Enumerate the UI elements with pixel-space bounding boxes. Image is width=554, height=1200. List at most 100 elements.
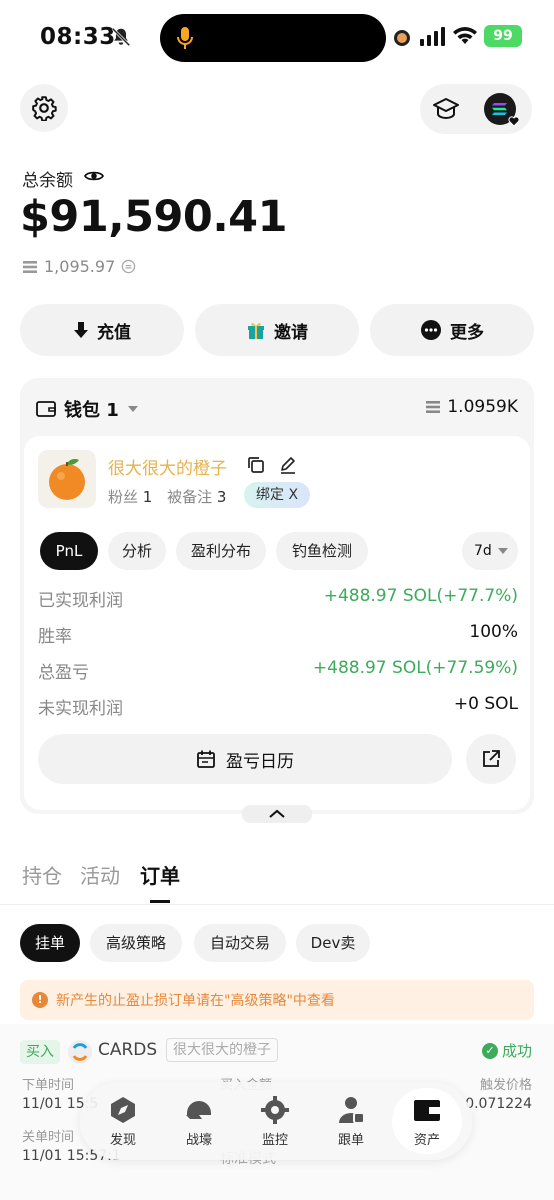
heart-badge-icon: [508, 116, 520, 127]
deposit-label: 充值: [97, 322, 131, 343]
tab-analysis[interactable]: 分析: [108, 532, 166, 570]
tab-phishing-check[interactable]: 钓鱼检测: [276, 532, 368, 570]
edit-icon[interactable]: [279, 456, 297, 474]
stat-realized-profit: 已实现利润 +488.97 SOL(+77.7%): [38, 586, 518, 611]
status-bar: 08:33 99: [0, 0, 554, 76]
nav-trenches[interactable]: 战壕: [164, 1088, 234, 1154]
eye-icon[interactable]: [84, 168, 104, 184]
tab-auto-trade[interactable]: 自动交易: [194, 924, 286, 962]
notice-banner: ! 新产生的止盈止损订单请在"高级策略"中查看: [20, 980, 534, 1020]
nav-discover[interactable]: 发现: [88, 1088, 158, 1154]
invite-button[interactable]: 邀请: [195, 304, 359, 356]
invite-label: 邀请: [274, 322, 308, 343]
share-external-icon: [483, 750, 500, 767]
nav-monitor[interactable]: 监控: [240, 1088, 310, 1154]
trigger-price-label: 触发价格: [479, 1078, 532, 1093]
discover-icon: [111, 1096, 135, 1123]
nav-label: 监控: [261, 1132, 288, 1148]
username[interactable]: 很大很大的橙子: [108, 454, 227, 479]
check-icon: ✓: [481, 1042, 498, 1059]
status-time: 08:33: [40, 24, 116, 50]
settings-button[interactable]: [20, 84, 68, 132]
nav-assets[interactable]: 资产: [392, 1088, 462, 1154]
graduation-cap-icon: [433, 98, 459, 120]
wallet-icon: [36, 401, 56, 417]
bottom-nav: 发现 战壕 监控 跟单 资产: [80, 1082, 472, 1160]
deposit-button[interactable]: 充值: [20, 304, 184, 356]
sol-balance: 1,095.97: [22, 257, 136, 276]
pnl-calendar-button[interactable]: 盈亏日历: [38, 734, 452, 784]
trigger-price: 0.071224: [465, 1096, 532, 1112]
follower-stats: 粉丝 1 被备注 3: [108, 486, 236, 507]
stat-value: 100%: [469, 622, 518, 642]
tab-pnl[interactable]: PnL: [40, 532, 98, 570]
wallet-card: 钱包 1 1.0959K 很大很大的橙子 粉丝 1 被备注 3 绑定 X PnL…: [20, 378, 534, 814]
fans-label: 粉丝: [108, 488, 139, 506]
stat-total-pnl: 总盈亏 +488.97 SOL(+77.59%): [38, 658, 518, 683]
header-right-group: [420, 84, 532, 134]
status-badge: ✓ 成功: [481, 1040, 532, 1061]
stat-unrealized-profit: 未实现利润 +0 SOL: [38, 694, 518, 719]
swap-currency-icon[interactable]: [121, 259, 136, 274]
stat-label: 胜率: [38, 627, 72, 647]
nav-copy-trade[interactable]: 跟单: [316, 1088, 386, 1154]
solana-mono-icon: [426, 401, 441, 413]
token-name: CARDS: [98, 1040, 158, 1060]
solana-mono-icon: [23, 260, 37, 273]
side-badge: 买入: [20, 1040, 60, 1064]
token-icon: [68, 1040, 92, 1064]
more-label: 更多: [450, 322, 484, 343]
stat-value: +0 SOL: [453, 694, 518, 714]
close-time-label: 关单时间: [22, 1130, 75, 1145]
bind-x-button[interactable]: 绑定 X: [244, 482, 311, 508]
wallet-selector[interactable]: 钱包 1: [36, 396, 139, 422]
divider: [0, 904, 554, 905]
pnl-calendar-label: 盈亏日历: [226, 751, 294, 772]
wifi-icon: [453, 27, 477, 44]
copy-icon[interactable]: [247, 456, 265, 474]
stat-label: 已实现利润: [38, 591, 123, 611]
tab-profit-distribution[interactable]: 盈利分布: [176, 532, 266, 570]
cellular-signal-icon: [420, 27, 445, 46]
bell-muted-icon: [111, 27, 131, 47]
wallet-name: 钱包 1: [64, 400, 119, 421]
tab-orders[interactable]: 订单: [140, 860, 180, 889]
stat-label: 未实现利润: [38, 699, 123, 719]
order-time-label: 下单时间: [22, 1078, 75, 1093]
solana-network-button[interactable]: [484, 93, 520, 127]
academy-button[interactable]: [432, 96, 460, 126]
tab-advanced-strategy[interactable]: 高级策略: [90, 924, 182, 962]
more-button[interactable]: 更多: [370, 304, 534, 356]
info-icon: !: [32, 992, 48, 1008]
stat-value: +488.97 SOL(+77.7%): [323, 586, 518, 606]
fans-count: 1: [142, 488, 153, 506]
wallet-value: 1.0959K: [425, 397, 518, 417]
nav-label: 跟单: [337, 1132, 364, 1148]
period-value: 7d: [474, 543, 492, 559]
stat-win-rate: 胜率 100%: [38, 622, 518, 647]
pnl-card: 很大很大的橙子 粉丝 1 被备注 3 绑定 X PnL 分析 盈利分布 钓鱼检测…: [24, 436, 530, 810]
stat-label: 总盈亏: [38, 663, 89, 683]
orange-avatar-icon: [49, 459, 85, 500]
collapse-button[interactable]: [242, 805, 312, 823]
notice-text: 新产生的止盈止损订单请在"高级策略"中查看: [56, 993, 335, 1009]
tab-activity[interactable]: 活动: [80, 860, 120, 889]
battery-indicator: 99: [484, 25, 522, 47]
chevron-down-icon: [498, 548, 508, 554]
calendar-icon: [197, 750, 215, 768]
chevron-down-icon: [127, 406, 138, 412]
wallet-value-text: 1.0959K: [447, 397, 518, 417]
tab-dev-sell[interactable]: Dev卖: [296, 924, 370, 962]
avatar[interactable]: [38, 450, 96, 508]
monitor-icon: [261, 1095, 289, 1124]
share-button[interactable]: [466, 734, 516, 784]
tab-pending-orders[interactable]: 挂单: [20, 924, 80, 962]
period-select[interactable]: 7d: [462, 532, 518, 570]
copytrade-icon: [339, 1096, 365, 1124]
wallet-icon: [414, 1099, 440, 1121]
stat-value: +488.97 SOL(+77.59%): [312, 658, 518, 678]
tab-holdings[interactable]: 持仓: [22, 860, 62, 889]
total-balance-amount: $91,590.41: [20, 192, 288, 242]
microphone-icon: [177, 27, 193, 49]
active-tab-indicator: [150, 900, 170, 903]
